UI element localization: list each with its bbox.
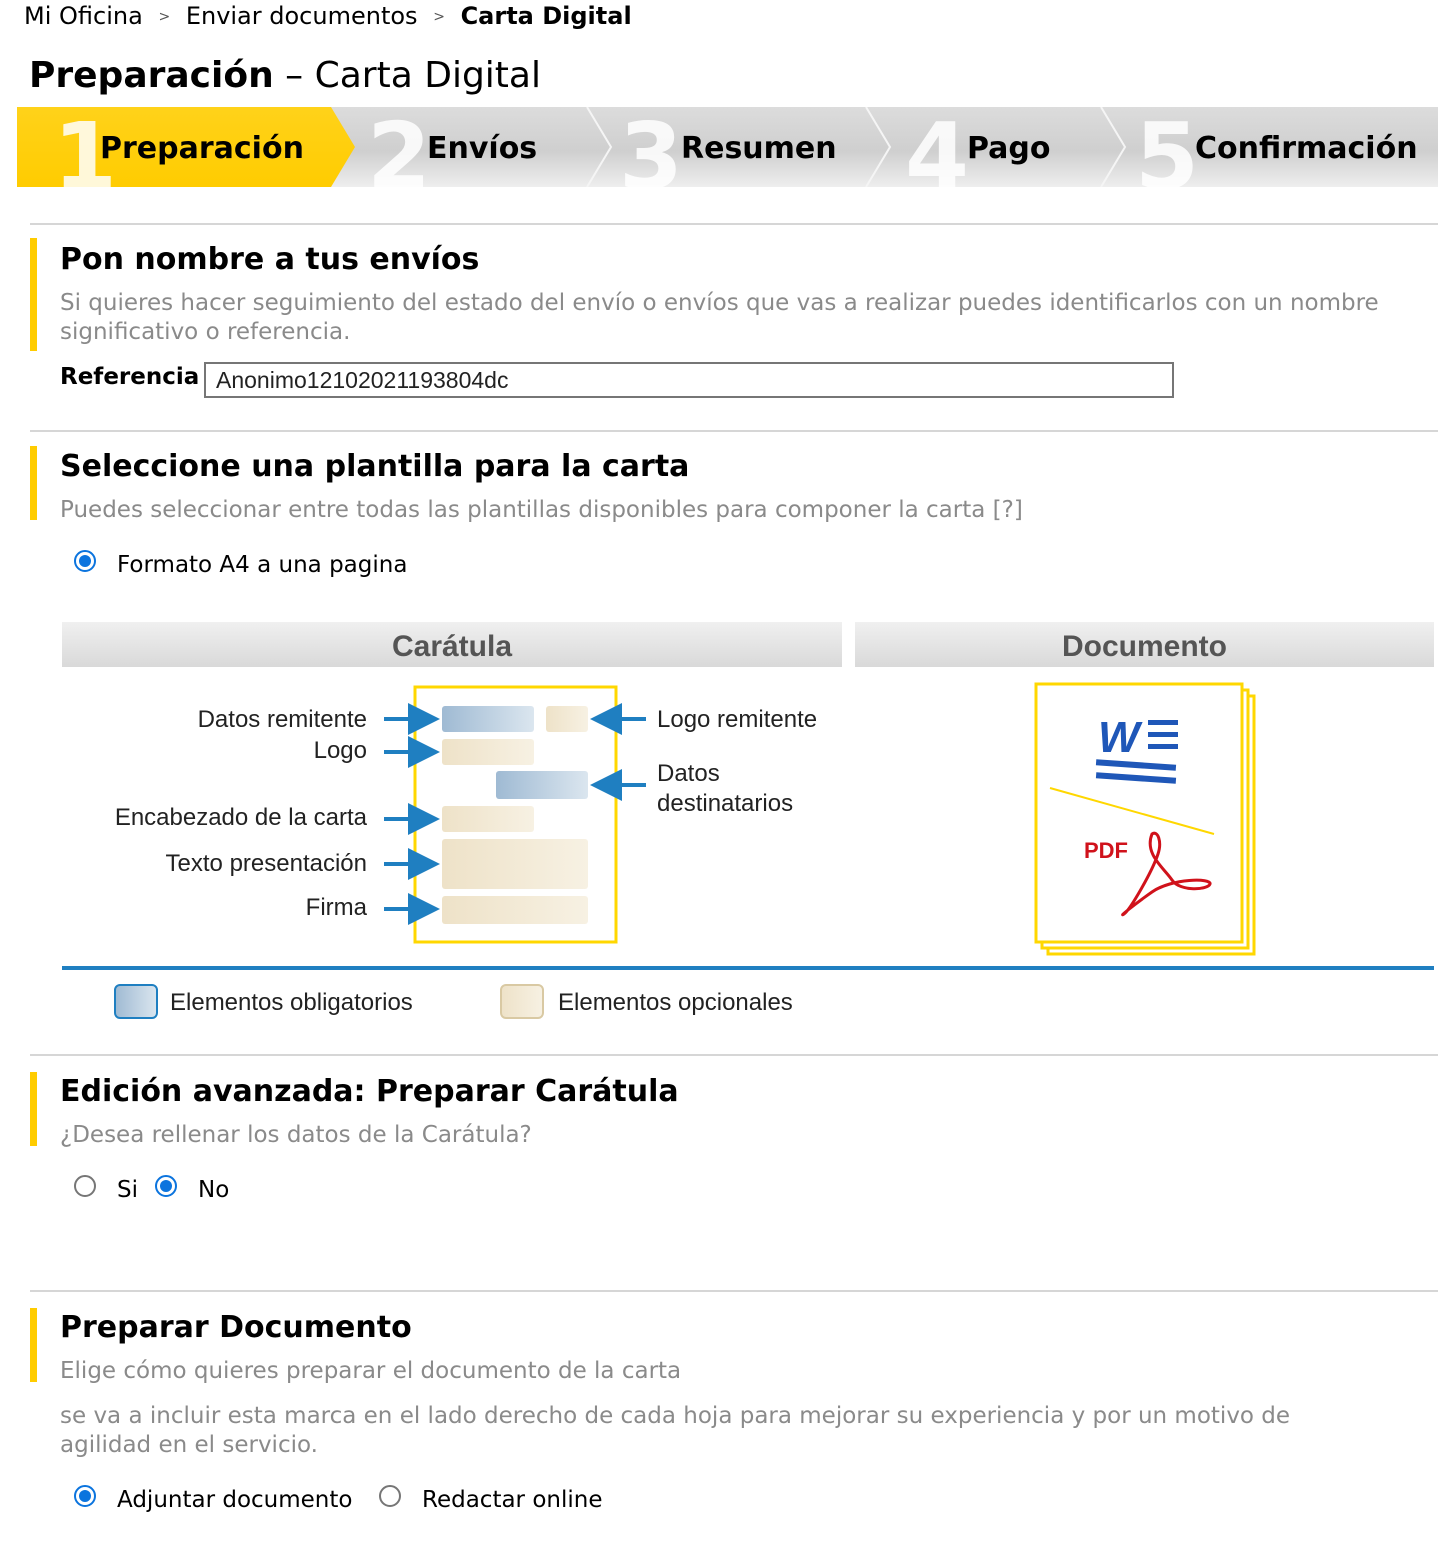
label-logo-remitente: Logo remitente [657, 706, 818, 733]
step-1-label: Preparación [100, 131, 304, 166]
document-online-label[interactable]: Redactar online [422, 1485, 602, 1515]
legend-optional: Elementos opcionales [558, 989, 793, 1016]
svg-text:W: W [1098, 713, 1143, 762]
section-accent-bar [30, 1308, 37, 1382]
advanced-no-radio[interactable] [155, 1175, 177, 1197]
breadcrumb: Mi Oficina > Enviar documentos > Carta D… [24, 0, 632, 33]
breadcrumb-item-mi-oficina[interactable]: Mi Oficina [24, 2, 143, 30]
page-title: Preparación – Carta Digital [29, 54, 541, 98]
step-3-number: 3 [619, 107, 684, 188]
step-2-number: 2 [367, 107, 432, 188]
steps-progress-bar: 1 Preparación 2 Envíos 3 Resumen 4 Pago … [17, 107, 1438, 187]
section-document-description: Elige cómo quieres preparar el documento… [60, 1358, 682, 1384]
section-document-note: se va a incluir esta marca en el lado de… [60, 1403, 1291, 1458]
breadcrumb-separator-icon: > [433, 9, 445, 25]
section-advanced-title: Edición avanzada: Preparar Carátula [60, 1074, 679, 1109]
label-encabezado: Encabezado de la carta [114, 804, 367, 831]
section-template-title: Seleccione una plantilla para la carta [60, 449, 690, 484]
section-accent-bar [30, 1072, 37, 1146]
section-divider [30, 1054, 1438, 1056]
step-3-label: Resumen [681, 131, 837, 166]
breadcrumb-item-enviar-documentos[interactable]: Enviar documentos [186, 2, 418, 30]
section-template-description: Puedes seleccionar entre todas las plant… [60, 497, 1023, 523]
step-5-number: 5 [1135, 107, 1200, 188]
reference-input[interactable]: Anonimo12102021193804dc [204, 362, 1174, 398]
section-name-title: Pon nombre a tus envíos [60, 242, 480, 277]
legend-mandatory: Elementos obligatorios [170, 989, 413, 1016]
label-datos-destinatarios-2: destinatarios [657, 790, 794, 817]
advanced-yes-radio[interactable] [74, 1175, 96, 1197]
reference-label: Referencia [60, 364, 200, 390]
label-firma: Firma [305, 894, 367, 921]
document-online-radio[interactable] [379, 1485, 401, 1507]
document-attach-label[interactable]: Adjuntar documento [117, 1485, 352, 1515]
template-a4-radio[interactable] [74, 550, 96, 572]
template-diagram: W Carátula Documento Datos remitente Log… [62, 622, 1434, 1032]
section-divider [30, 1290, 1438, 1292]
step-5-label: Confirmación [1195, 131, 1418, 166]
document-attach-radio[interactable] [74, 1485, 96, 1507]
step-4-label: Pago [967, 131, 1051, 166]
template-a4-label[interactable]: Formato A4 a una pagina [117, 550, 407, 580]
label-datos-remitente: Datos remitente [197, 706, 367, 733]
section-document-title: Preparar Documento [60, 1310, 412, 1345]
section-accent-bar [30, 446, 37, 520]
step-4-number: 4 [905, 107, 970, 188]
section-advanced-description: ¿Desea rellenar los datos de la Carátula… [60, 1122, 532, 1148]
advanced-yes-label[interactable]: Si [117, 1175, 138, 1205]
section-accent-bar [30, 238, 37, 351]
section-divider [30, 223, 1438, 225]
pdf-icon: PDF [1084, 838, 1128, 863]
section-name-description: Si quieres hacer seguimiento del estado … [60, 290, 1379, 345]
breadcrumb-separator-icon: > [158, 9, 171, 25]
advanced-no-label[interactable]: No [198, 1175, 229, 1205]
label-datos-destinatarios-1: Datos [657, 760, 720, 787]
label-texto-presentacion: Texto presentación [165, 850, 367, 877]
section-divider [30, 430, 1438, 432]
step-2-label: Envíos [427, 131, 538, 166]
caratula-header: Carátula [391, 630, 513, 663]
page-title-rest: – Carta Digital [273, 55, 541, 96]
label-logo: Logo [313, 737, 367, 764]
page-title-bold: Preparación [29, 55, 274, 96]
documento-header: Documento [1062, 630, 1227, 663]
breadcrumb-current: Carta Digital [460, 2, 632, 30]
